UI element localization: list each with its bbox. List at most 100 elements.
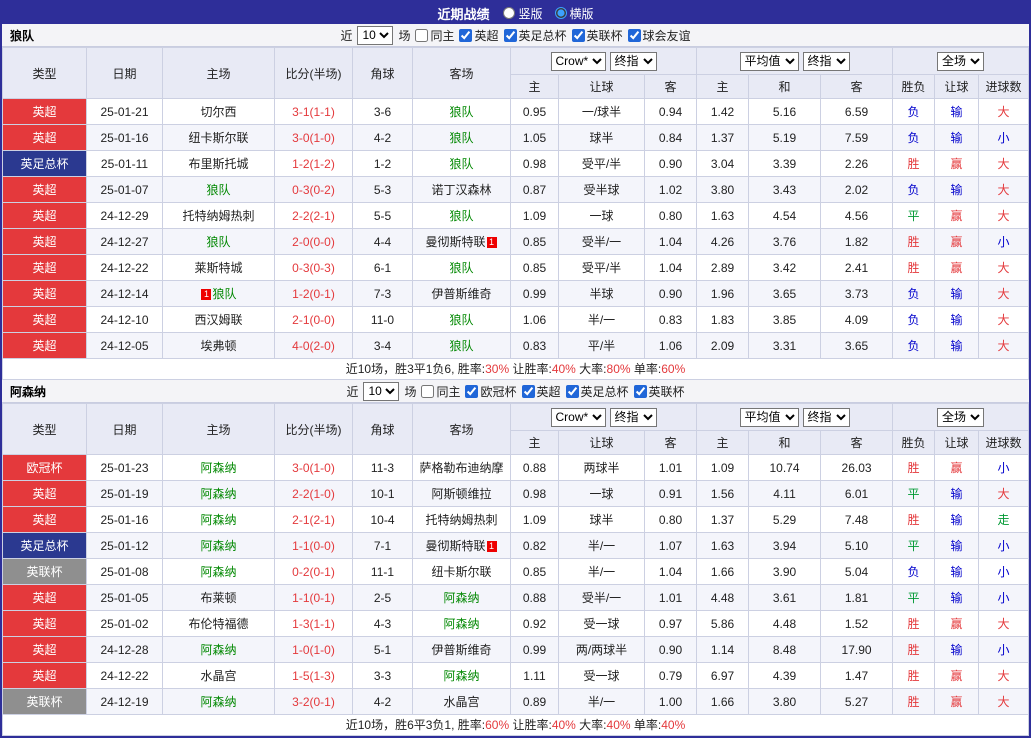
- league-badge: 英超: [2, 332, 87, 359]
- team-name-text[interactable]: 狼队: [449, 313, 473, 327]
- asian-handicap: 受平/半: [558, 150, 645, 177]
- team-name-text[interactable]: 纽卡斯尔联: [431, 565, 491, 579]
- league-filter-input[interactable]: [627, 28, 641, 42]
- asian-away-odds: 0.91: [643, 480, 698, 507]
- handicap-result-cell: 赢: [934, 454, 980, 481]
- corner-cell: 11-1: [352, 558, 413, 585]
- euro-final-select[interactable]: 终指: [802, 407, 850, 427]
- asian-final-select[interactable]: 终指: [609, 407, 657, 427]
- match-count-select[interactable]: 10: [357, 25, 394, 45]
- fullmatch-select[interactable]: 全场: [937, 407, 985, 427]
- result-cell: 胜: [892, 506, 936, 533]
- asian-away-odds: 1.04: [643, 228, 698, 255]
- same-home-input[interactable]: [421, 384, 435, 398]
- team-name-text[interactable]: 托特纳姆热刺: [425, 513, 497, 527]
- team-name-text[interactable]: 布里斯托城: [188, 157, 248, 171]
- handicap-result-cell: 输: [934, 584, 980, 611]
- league-filter-checkbox[interactable]: 英足总杯: [503, 27, 567, 44]
- team-name-text[interactable]: 莱斯特城: [194, 261, 242, 275]
- league-filter-input[interactable]: [633, 384, 647, 398]
- euro-final-select[interactable]: 终指: [802, 51, 850, 71]
- team-name-text[interactable]: 萨格勒布迪纳摩: [419, 461, 503, 475]
- team-name-text[interactable]: 诺丁汉森林: [431, 183, 491, 197]
- asian-final-select[interactable]: 终指: [609, 51, 657, 71]
- league-badge: 英超: [2, 636, 87, 663]
- team-name-text[interactable]: 纽卡斯尔联: [188, 131, 248, 145]
- score-cell: 1-3(1-1): [274, 610, 353, 637]
- sub-col-header-1: 让球: [558, 74, 645, 99]
- league-filter-checkbox[interactable]: 英联杯: [633, 383, 685, 400]
- team-name-text[interactable]: 托特纳姆热刺: [182, 209, 254, 223]
- team-name-text[interactable]: 阿森纳: [200, 643, 236, 657]
- league-filter-checkbox[interactable]: 欧冠杯: [465, 383, 517, 400]
- team-name-text[interactable]: 布莱顿: [200, 591, 236, 605]
- team-name-text[interactable]: 伊普斯维奇: [431, 287, 491, 301]
- team-name-text[interactable]: 狼队: [206, 235, 230, 249]
- league-filter-input[interactable]: [565, 384, 579, 398]
- average-select[interactable]: 平均值: [739, 51, 799, 71]
- match-row: 英超 25-01-02 布伦特福德 1-3(1-1) 4-3 阿森纳 0.92 受…: [2, 610, 1029, 637]
- team-name-text[interactable]: 布伦特福德: [188, 617, 248, 631]
- league-filter-checkbox[interactable]: 球会友谊: [627, 27, 691, 44]
- team-name-text[interactable]: 阿森纳: [443, 617, 479, 631]
- avg-draw-odds: 4.39: [748, 662, 822, 689]
- handicap-result-cell: 输: [934, 332, 980, 359]
- team-name-text[interactable]: 狼队: [206, 183, 230, 197]
- same-home-checkbox[interactable]: 同主: [415, 27, 454, 44]
- fullmatch-select[interactable]: 全场: [937, 51, 985, 71]
- team-name-text[interactable]: 狼队: [449, 209, 473, 223]
- avg-home-odds: 2.09: [696, 332, 750, 359]
- team-name-text[interactable]: 狼队: [449, 131, 473, 145]
- avg-away-odds: 4.56: [820, 202, 894, 229]
- team-name-text[interactable]: 狼队: [449, 339, 473, 353]
- team-name-text[interactable]: 阿森纳: [200, 565, 236, 579]
- layout-radio-horizontal[interactable]: 横版: [554, 5, 594, 22]
- corner-cell: 2-5: [352, 584, 413, 611]
- league-filter-input[interactable]: [503, 28, 517, 42]
- team-name-text[interactable]: 阿森纳: [200, 513, 236, 527]
- team-name-text[interactable]: 水晶宫: [443, 695, 479, 709]
- corner-cell: 4-4: [352, 228, 413, 255]
- team-name-text[interactable]: 阿森纳: [200, 461, 236, 475]
- team-name-text[interactable]: 阿斯顿维拉: [431, 487, 491, 501]
- team-name-text[interactable]: 切尔西: [200, 105, 236, 119]
- team-name-text[interactable]: 水晶宫: [200, 669, 236, 683]
- bookmaker-select[interactable]: Crow*: [550, 51, 606, 71]
- same-home-input[interactable]: [415, 28, 429, 42]
- team-name-text[interactable]: 阿森纳: [200, 695, 236, 709]
- league-filter-input[interactable]: [521, 384, 535, 398]
- same-home-checkbox[interactable]: 同主: [421, 383, 460, 400]
- horizontal-radio[interactable]: [554, 7, 567, 19]
- team-name-text[interactable]: 阿森纳: [443, 669, 479, 683]
- team-name-text[interactable]: 狼队: [449, 261, 473, 275]
- asian-away-odds: 0.79: [643, 662, 698, 689]
- league-filter-checkbox[interactable]: 英足总杯: [565, 383, 629, 400]
- vertical-radio[interactable]: [503, 7, 516, 19]
- team-name-text[interactable]: 狼队: [212, 287, 236, 301]
- layout-radio-vertical[interactable]: 竖版: [503, 5, 543, 22]
- league-filter-checkbox[interactable]: 英联杯: [571, 27, 623, 44]
- avg-away-odds: 6.59: [820, 98, 894, 125]
- team-name-text[interactable]: 曼彻斯特联: [425, 539, 485, 553]
- league-filter-input[interactable]: [459, 28, 473, 42]
- team-name-text[interactable]: 狼队: [449, 157, 473, 171]
- asian-away-odds: 1.02: [643, 176, 698, 203]
- league-filter-checkbox[interactable]: 英超: [521, 383, 561, 400]
- team-name-text[interactable]: 埃弗顿: [200, 339, 236, 353]
- summary-text: 大率:: [575, 362, 607, 376]
- team-name-text[interactable]: 阿森纳: [443, 591, 479, 605]
- col-header-date: 日期: [86, 47, 163, 99]
- col-header-home: 主场: [162, 47, 275, 99]
- team-name-text[interactable]: 伊普斯维奇: [431, 643, 491, 657]
- team-name-text[interactable]: 曼彻斯特联: [425, 235, 485, 249]
- league-filter-checkbox[interactable]: 英超: [459, 27, 499, 44]
- league-filter-input[interactable]: [465, 384, 479, 398]
- match-count-select[interactable]: 10: [363, 381, 400, 401]
- average-select[interactable]: 平均值: [739, 407, 799, 427]
- team-name-text[interactable]: 狼队: [449, 105, 473, 119]
- team-name-text[interactable]: 阿森纳: [200, 539, 236, 553]
- league-filter-input[interactable]: [571, 28, 585, 42]
- bookmaker-select[interactable]: Crow*: [550, 407, 606, 427]
- team-name-text[interactable]: 西汉姆联: [194, 313, 242, 327]
- team-name-text[interactable]: 阿森纳: [200, 487, 236, 501]
